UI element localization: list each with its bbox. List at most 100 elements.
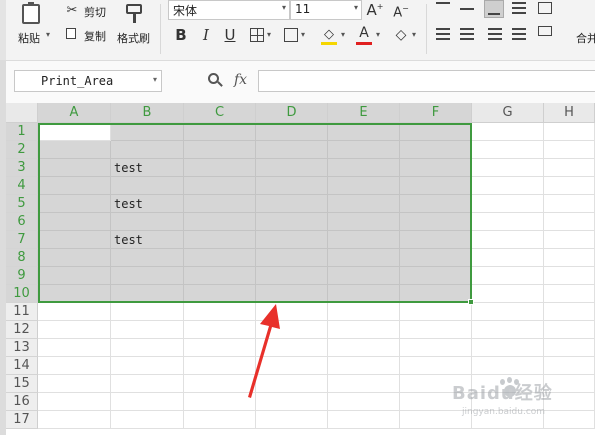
- cell-h1[interactable]: [544, 123, 595, 141]
- align-top-icon[interactable]: [436, 2, 450, 16]
- cell-h8[interactable]: [544, 249, 595, 267]
- cell-a16[interactable]: [38, 393, 111, 411]
- cell-h11[interactable]: [544, 303, 595, 321]
- cell-b13[interactable]: [111, 339, 184, 357]
- fill-handle[interactable]: [468, 299, 474, 305]
- borders-icon[interactable]: [250, 28, 264, 42]
- cell-e12[interactable]: [328, 321, 400, 339]
- column-header-h[interactable]: H: [544, 103, 595, 123]
- underline-icon[interactable]: U: [222, 26, 238, 44]
- indent-icon[interactable]: [512, 2, 526, 14]
- cell-g6[interactable]: [472, 213, 544, 231]
- cell-g12[interactable]: [472, 321, 544, 339]
- merge-label[interactable]: 合并: [576, 30, 595, 46]
- cell-g1[interactable]: [472, 123, 544, 141]
- cell-e13[interactable]: [328, 339, 400, 357]
- increase-font-size-icon[interactable]: A+: [366, 0, 384, 19]
- cell-g4[interactable]: [472, 177, 544, 195]
- formula-input[interactable]: [258, 70, 595, 92]
- cell-g11[interactable]: [472, 303, 544, 321]
- cell-g13[interactable]: [472, 339, 544, 357]
- row-header-13[interactable]: 13: [6, 339, 38, 357]
- cell-h2[interactable]: [544, 141, 595, 159]
- cell-b12[interactable]: [111, 321, 184, 339]
- cell-d17[interactable]: [256, 411, 328, 429]
- cell-b17[interactable]: [111, 411, 184, 429]
- cell-b11[interactable]: [111, 303, 184, 321]
- chevron-down-icon[interactable]: ▾: [341, 30, 345, 39]
- cell-b15[interactable]: [111, 375, 184, 393]
- cell-b16[interactable]: [111, 393, 184, 411]
- row-header-3[interactable]: 3: [6, 159, 38, 177]
- cell-a12[interactable]: [38, 321, 111, 339]
- row-header-16[interactable]: 16: [6, 393, 38, 411]
- cell-f11[interactable]: [400, 303, 472, 321]
- align-left-icon[interactable]: [436, 28, 450, 40]
- chevron-down-icon[interactable]: ▾: [376, 30, 380, 39]
- zoom-search-icon[interactable]: [208, 73, 224, 89]
- chevron-down-icon[interactable]: ▾: [412, 30, 416, 39]
- row-header-15[interactable]: 15: [6, 375, 38, 393]
- cell-g2[interactable]: [472, 141, 544, 159]
- align-center-icon[interactable]: [460, 28, 474, 40]
- select-all-corner[interactable]: [6, 103, 38, 123]
- row-header-1[interactable]: 1: [6, 123, 38, 141]
- row-header-14[interactable]: 14: [6, 357, 38, 375]
- cell-h3[interactable]: [544, 159, 595, 177]
- italic-icon[interactable]: I: [198, 26, 214, 44]
- column-header-f[interactable]: F: [400, 103, 472, 123]
- cell-g8[interactable]: [472, 249, 544, 267]
- cell-e11[interactable]: [328, 303, 400, 321]
- decrease-font-size-icon[interactable]: A−: [392, 0, 410, 22]
- bold-icon[interactable]: B: [173, 26, 189, 44]
- wrap-text-icon[interactable]: [538, 2, 552, 14]
- column-header-c[interactable]: C: [184, 103, 256, 123]
- fill-format-icon[interactable]: [284, 28, 298, 42]
- chevron-down-icon[interactable]: ▾: [301, 30, 305, 39]
- cell-h10[interactable]: [544, 285, 595, 303]
- cell-a15[interactable]: [38, 375, 111, 393]
- cell-h12[interactable]: [544, 321, 595, 339]
- paste-button[interactable]: 粘贴: [14, 2, 52, 46]
- row-header-7[interactable]: 7: [6, 231, 38, 249]
- cell-b14[interactable]: [111, 357, 184, 375]
- cell-h9[interactable]: [544, 267, 595, 285]
- column-header-g[interactable]: G: [472, 103, 544, 123]
- row-header-10[interactable]: 10: [6, 285, 38, 303]
- fx-icon[interactable]: fx: [234, 72, 247, 88]
- font-color-icon[interactable]: A: [355, 25, 373, 46]
- align-middle-icon[interactable]: [460, 2, 474, 16]
- eraser-icon[interactable]: ◇: [392, 26, 410, 44]
- cell-f12[interactable]: [400, 321, 472, 339]
- chevron-down-icon[interactable]: ▾: [267, 30, 271, 39]
- cell-g9[interactable]: [472, 267, 544, 285]
- cell-h6[interactable]: [544, 213, 595, 231]
- column-header-b[interactable]: B: [111, 103, 184, 123]
- cell-h13[interactable]: [544, 339, 595, 357]
- row-header-2[interactable]: 2: [6, 141, 38, 159]
- row-header-11[interactable]: 11: [6, 303, 38, 321]
- paste-dropdown-arrow[interactable]: ▾: [46, 30, 50, 39]
- distributed-align-icon[interactable]: [512, 28, 526, 40]
- row-header-6[interactable]: 6: [6, 213, 38, 231]
- row-header-4[interactable]: 4: [6, 177, 38, 195]
- align-bottom-icon[interactable]: [484, 0, 504, 18]
- cell-g3[interactable]: [472, 159, 544, 177]
- cell-a17[interactable]: [38, 411, 111, 429]
- fill-color-icon[interactable]: ◇: [320, 26, 338, 46]
- cell-f13[interactable]: [400, 339, 472, 357]
- cell-e16[interactable]: [328, 393, 400, 411]
- cell-e14[interactable]: [328, 357, 400, 375]
- cell-g5[interactable]: [472, 195, 544, 213]
- cell-e15[interactable]: [328, 375, 400, 393]
- cell-h7[interactable]: [544, 231, 595, 249]
- merge-center-icon[interactable]: [538, 26, 552, 36]
- cell-a14[interactable]: [38, 357, 111, 375]
- name-box[interactable]: Print_Area ▾: [14, 70, 162, 92]
- cell-g10[interactable]: [472, 285, 544, 303]
- cell-e17[interactable]: [328, 411, 400, 429]
- row-header-9[interactable]: 9: [6, 267, 38, 285]
- cell-g7[interactable]: [472, 231, 544, 249]
- cell-c17[interactable]: [184, 411, 256, 429]
- cell-a13[interactable]: [38, 339, 111, 357]
